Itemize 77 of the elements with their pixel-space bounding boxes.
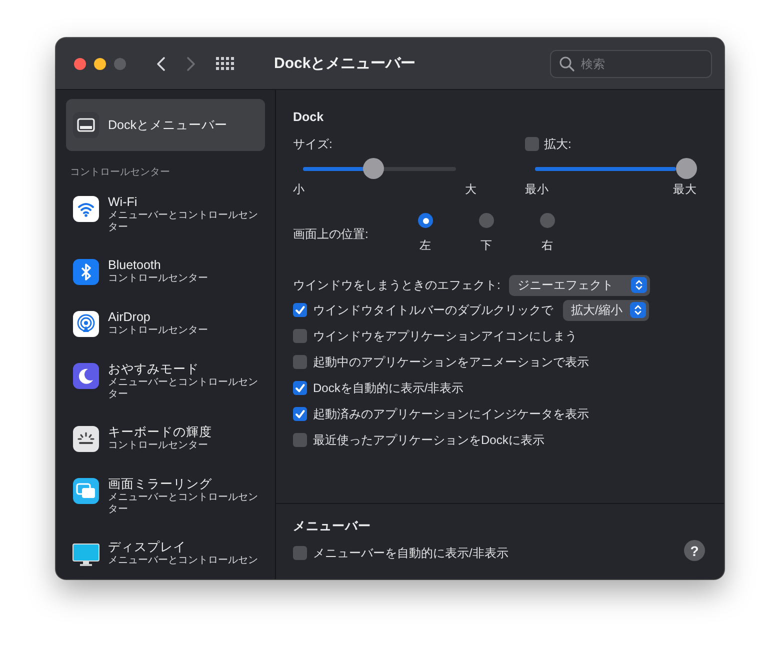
item-subtitle: メニューバーとコントロールセンター [108,210,259,234]
sidebar-item[interactable]: おやすみモード メニューバーとコントロールセンター [66,350,265,413]
effect-popup[interactable]: ジニーエフェクト [509,274,650,296]
section-header: コントロールセンター [69,166,171,180]
sidebar-item[interactable]: ディスプレイ メニューバーとコントロールセン [66,528,265,579]
item-subtitle: メニューバーとコントロールセンター [108,492,259,516]
checkbox-label: 起動済みのアプリケーションにインジケータを表示 [313,406,589,422]
radio-label: 左 [420,238,432,253]
close-button[interactable] [74,58,86,70]
radio-button[interactable] [479,213,494,228]
item-title: ディスプレイ [108,540,187,555]
keyboard-brightness-icon [72,425,100,453]
checkbox-label: メニューバーを自動的に表示/非表示 [313,544,508,562]
slider-label: サイズ: [293,136,332,152]
checkbox-label: Dockを自動的に表示/非表示 [313,380,464,396]
checkbox[interactable] [293,407,307,421]
sidebar-item[interactable]: 画面ミラーリング メニューバーとコントロールセンター [66,465,265,528]
slider-thumb[interactable] [363,158,384,179]
sidebar-item[interactable]: Dockとメニューバー [66,99,265,151]
item-title: おやすみモード [108,362,200,377]
sidebar-item[interactable]: Wi-Fi メニューバーとコントロールセンター [66,183,265,246]
checkbox[interactable] [293,546,307,560]
checkbox[interactable] [525,137,539,151]
action-popup[interactable]: 拡大/縮小 [563,300,650,320]
slider-min-label: 小 [293,182,305,197]
section-title: メニューバー [293,518,372,535]
item-title: Dockとメニューバー [108,118,228,132]
position-label: 画面上の位置: [293,226,370,243]
item-title: キーボードの輝度 [108,425,212,440]
section-title: Dock [293,110,325,124]
grid-icon[interactable] [216,57,234,70]
minimize-button[interactable] [94,58,106,70]
search-input[interactable]: 検索 [581,56,701,70]
item-title: 画面ミラーリング [108,477,213,492]
slider-thumb[interactable] [676,158,697,179]
radio-label: 右 [542,239,554,253]
item-subtitle: メニューバーとコントロールセン [108,555,258,567]
radio-button[interactable] [540,213,555,228]
checkbox-label: 起動中のアプリケーションをアニメーションで表示 [313,354,589,370]
checkbox[interactable] [293,381,307,395]
checkbox-label: ウインドウをアプリケーションアイコンにしまう [313,328,577,344]
checkbox[interactable] [293,303,307,317]
radio-label: 下 [480,239,492,253]
checkbox[interactable] [293,433,307,447]
slider-label: 拡大: [544,136,572,152]
slider-max-label: 大 [465,182,477,197]
updown-chevron-icon [631,277,648,293]
item-title: Wi-Fi [108,195,138,210]
checkbox[interactable] [293,355,307,369]
item-subtitle: コントロールセンター [108,325,208,337]
checkbox-label: ウインドウタイトルバーのダブルクリックで [313,302,553,318]
window-title: Dockとメニューバー [274,54,416,73]
checkbox-label: 最近使ったアプリケーションをDockに表示 [313,432,544,448]
back-icon[interactable] [156,56,166,72]
item-title: AirDrop [108,310,152,325]
search-field[interactable]: 検索 [550,50,712,78]
airdrop-icon [72,310,100,338]
wifi-icon [72,195,100,223]
updown-chevron-icon [630,302,646,318]
radio-button[interactable] [418,213,433,228]
checkbox[interactable] [293,329,307,343]
search-icon [559,56,575,72]
sidebar-item[interactable]: キーボードの輝度 コントロールセンター [66,413,265,465]
item-title: Bluetooth [108,258,162,273]
dock-icon [72,111,100,139]
effect-label: ウインドウをしまうときのエフェクト: [293,276,500,294]
slider-max-label: 最大 [673,182,697,197]
item-subtitle: コントロールセンター [108,440,209,452]
slider-min-label: 最小 [525,182,549,197]
sidebar-item[interactable]: AirDrop コントロールセンター [66,298,265,350]
help-button[interactable]: ? [684,540,705,561]
screen-mirroring-icon [72,477,100,505]
item-subtitle: メニューバーとコントロールセンター [108,377,259,401]
sidebar-item[interactable]: Bluetooth コントロールセンター [66,246,265,298]
moon-icon [72,362,100,390]
item-subtitle: コントロールセンター [108,273,208,285]
bluetooth-icon [72,258,100,286]
